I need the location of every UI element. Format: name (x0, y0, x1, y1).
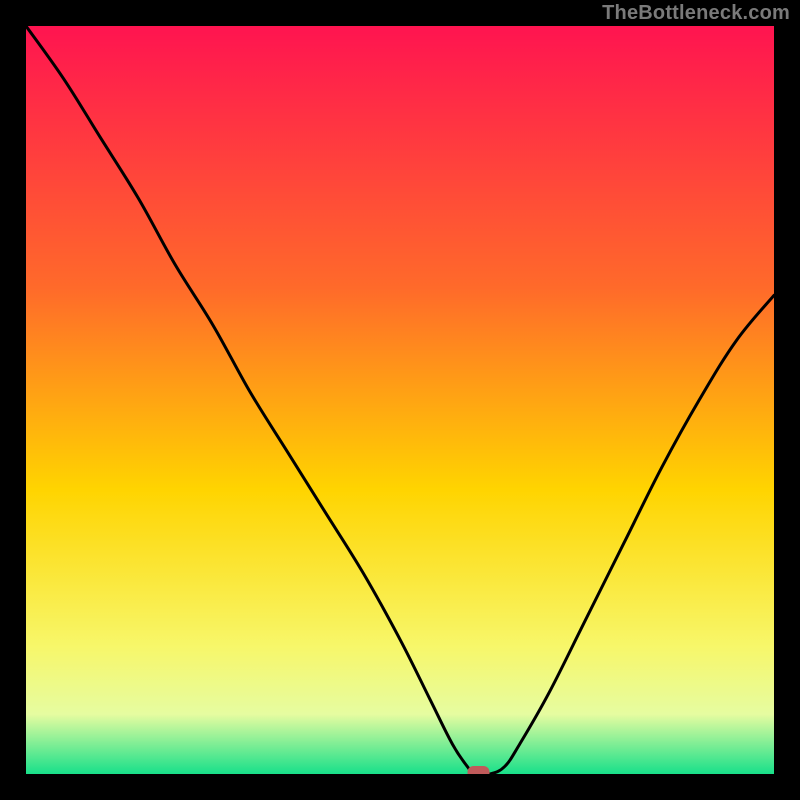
bottleneck-chart (26, 26, 774, 774)
optimal-marker (468, 766, 490, 774)
gradient-background (26, 26, 774, 774)
watermark-text: TheBottleneck.com (602, 2, 790, 25)
chart-frame: TheBottleneck.com (0, 0, 800, 800)
plot-area (26, 26, 774, 774)
